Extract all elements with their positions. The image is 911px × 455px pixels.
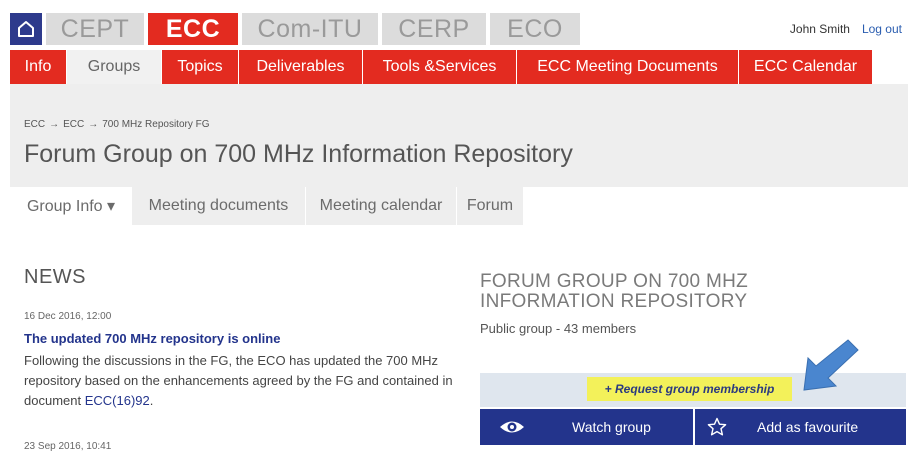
group-panel-title: FORUM GROUP ON 700 MHZ INFORMATION REPOS… (480, 271, 749, 312)
tab-com-itu[interactable]: Com-ITU (242, 13, 378, 45)
logout-link[interactable]: Log out (862, 22, 902, 36)
nav-deliverables[interactable]: Deliverables (239, 50, 363, 84)
news-body-end: . (149, 393, 154, 408)
subnav-meeting-calendar[interactable]: Meeting calendar (306, 187, 456, 225)
tab-ecc[interactable]: ECC (148, 13, 238, 45)
news-body: Following the discussions in the FG, the… (24, 351, 454, 411)
subnav-forum[interactable]: Forum (457, 187, 523, 225)
news-title-link[interactable]: The updated 700 MHz repository is online (24, 331, 280, 346)
nav-topics[interactable]: Topics (162, 50, 239, 84)
document-link[interactable]: ECC(16)92 (85, 393, 150, 408)
user-name[interactable]: John Smith (790, 22, 850, 36)
subnav-group-info[interactable]: Group Info ▾ (10, 187, 132, 225)
nav-ecc-meeting-documents[interactable]: ECC Meeting Documents (517, 50, 739, 84)
page-header (10, 84, 908, 187)
eye-icon (500, 421, 524, 433)
nav-ecc-calendar[interactable]: ECC Calendar (739, 50, 872, 84)
add-favourite-button[interactable]: Add as favourite (695, 409, 906, 445)
page-title: Forum Group on 700 MHz Information Repos… (24, 140, 573, 168)
breadcrumb-item[interactable]: ECC (63, 119, 84, 130)
nav-tools-services[interactable]: Tools &Services (363, 50, 517, 84)
news-heading: NEWS (24, 266, 86, 288)
nav-info[interactable]: Info (10, 50, 67, 84)
breadcrumb-current: 700 MHz Repository FG (102, 119, 210, 130)
tab-cept[interactable]: CEPT (46, 13, 144, 45)
tab-cerp[interactable]: CERP (382, 13, 486, 45)
tab-eco[interactable]: ECO (490, 13, 580, 45)
subnav-meeting-documents[interactable]: Meeting documents (132, 187, 305, 225)
user-menu: John Smith Log out (790, 22, 902, 36)
arrow-annotation-icon (803, 339, 859, 391)
breadcrumb-separator: → (88, 119, 99, 130)
breadcrumb-item[interactable]: ECC (24, 119, 45, 130)
home-button[interactable] (10, 13, 42, 45)
watch-group-button[interactable]: Watch group (480, 409, 693, 445)
breadcrumb: ECC → ECC → 700 MHz Repository FG (24, 119, 210, 130)
nav-groups[interactable]: Groups (67, 50, 162, 84)
add-favourite-label: Add as favourite (757, 419, 859, 435)
breadcrumb-separator: → (49, 119, 60, 130)
star-icon (707, 417, 727, 436)
news-date: 16 Dec 2016, 12:00 (24, 311, 112, 322)
news-date: 23 Sep 2016, 10:41 (24, 441, 112, 452)
group-meta: Public group - 43 members (480, 321, 637, 336)
home-icon (18, 21, 34, 37)
request-membership-button[interactable]: + Request group membership (587, 377, 792, 401)
watch-group-label: Watch group (572, 419, 651, 435)
